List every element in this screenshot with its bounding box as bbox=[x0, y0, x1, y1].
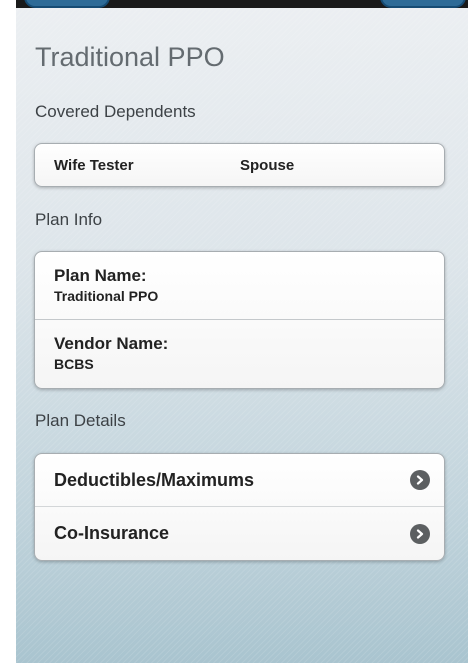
plan-details-section-label: Plan Details bbox=[35, 411, 126, 430]
vendor-name-row: Vendor Name: BCBS bbox=[35, 320, 444, 388]
back-button[interactable] bbox=[24, 0, 110, 8]
vendor-name-label: Vendor Name: bbox=[54, 334, 169, 353]
page-title: Traditional PPO bbox=[35, 42, 225, 72]
plan-details-card: Deductibles/Maximums Co-Insurance bbox=[34, 453, 445, 561]
dependents-section-label: Covered Dependents bbox=[35, 102, 196, 121]
plan-name-label: Plan Name: bbox=[54, 266, 147, 285]
header-action-button[interactable] bbox=[380, 0, 466, 8]
plan-info-section-label: Plan Info bbox=[35, 210, 103, 229]
deductibles-maximums-item[interactable]: Deductibles/Maximums bbox=[35, 454, 444, 507]
plan-info-card: Plan Name: Traditional PPO Vendor Name: … bbox=[34, 251, 445, 389]
co-insurance-item[interactable]: Co-Insurance bbox=[35, 507, 444, 560]
chevron-right-icon bbox=[410, 523, 430, 544]
co-insurance-label: Co-Insurance bbox=[54, 523, 170, 543]
plan-name-row: Plan Name: Traditional PPO bbox=[35, 252, 444, 320]
dependents-card: Wife Tester Spouse bbox=[34, 143, 445, 187]
app-screen: Traditional PPO Covered Dependents Wife … bbox=[16, 0, 468, 663]
plan-name-value: Traditional PPO bbox=[54, 288, 159, 304]
header-bar bbox=[16, 0, 468, 8]
dependent-relation: Spouse bbox=[240, 156, 295, 174]
dependent-name: Wife Tester bbox=[54, 156, 134, 174]
chevron-right-icon bbox=[410, 470, 430, 490]
deductibles-maximums-label: Deductibles/Maximums bbox=[54, 469, 255, 490]
dependent-row[interactable]: Wife Tester Spouse bbox=[35, 144, 444, 186]
vendor-name-value: BCBS bbox=[54, 356, 94, 372]
